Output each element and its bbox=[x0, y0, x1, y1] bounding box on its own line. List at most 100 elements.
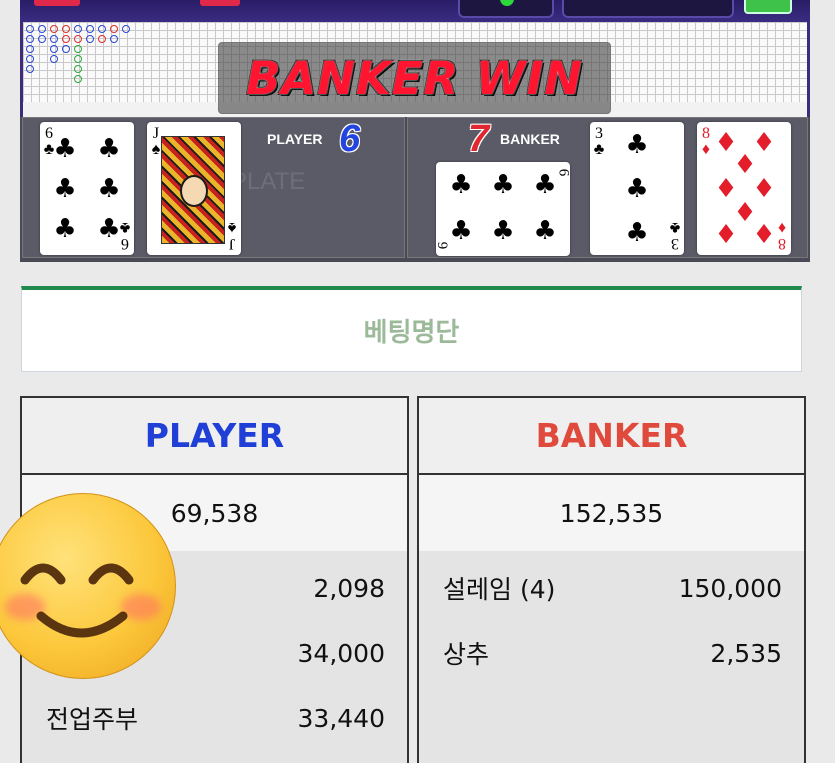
card-corner-top: 8 ♦ bbox=[699, 126, 713, 158]
top-green-button[interactable] bbox=[744, 0, 792, 14]
smiling-face-emoji-icon bbox=[0, 493, 176, 679]
road-bead-mark bbox=[62, 35, 70, 43]
banker-bet-row: 상추 2,535 bbox=[419, 633, 804, 673]
road-bead-mark bbox=[74, 75, 82, 83]
card-corner-bottom: 6 ♣ bbox=[118, 219, 132, 252]
club-pip-icon: ♣ bbox=[449, 216, 473, 246]
jack-face-artwork-icon bbox=[161, 136, 225, 244]
road-bead-mark bbox=[38, 25, 46, 33]
card-suit: ♦ bbox=[777, 219, 787, 236]
player-label: PLAYER bbox=[267, 131, 323, 147]
banker-card-2: 3 ♣ ♣ ♣ ♣ 3 ♣ bbox=[590, 122, 684, 255]
bet-amount: 34,000 bbox=[297, 638, 385, 668]
road-bead-mark bbox=[74, 25, 82, 33]
road-bead-mark bbox=[62, 45, 70, 53]
player-score: 6 bbox=[339, 118, 361, 160]
banker-score: 7 bbox=[468, 118, 490, 160]
banker-total: 152,535 bbox=[419, 475, 804, 551]
diamond-pip-icon: ♦ bbox=[752, 220, 776, 250]
road-bead-mark bbox=[86, 25, 94, 33]
card-corner-top: 6 bbox=[554, 168, 570, 177]
club-pip-icon: ♣ bbox=[53, 174, 77, 204]
road-bead-mark bbox=[50, 55, 58, 63]
road-bead-mark bbox=[26, 35, 34, 43]
club-pip-icon: ♣ bbox=[491, 216, 515, 246]
result-banner: BANKER WIN bbox=[218, 42, 611, 114]
road-bead-mark bbox=[26, 25, 34, 33]
road-bead-mark bbox=[110, 25, 118, 33]
betlist-title-box: 베팅명단 bbox=[21, 286, 802, 372]
table-watermark: PLATE bbox=[231, 168, 306, 195]
card-rank: 8 bbox=[702, 125, 710, 142]
bet-amount: 2,535 bbox=[710, 638, 782, 668]
bet-amount: 2,098 bbox=[313, 573, 385, 603]
club-pip-icon: ♣ bbox=[53, 214, 77, 244]
bettor-name: 설레임 (4) bbox=[443, 575, 556, 604]
road-bead-mark bbox=[74, 45, 82, 53]
card-rank: 6 bbox=[121, 235, 129, 252]
card-suit: ♣ bbox=[119, 219, 131, 236]
club-pip-icon: ♣ bbox=[449, 170, 473, 200]
banker-bet-row: 설레임 (4) 150,000 bbox=[419, 568, 804, 608]
card-corner-bottom: J ♠ bbox=[225, 219, 239, 252]
bet-amount: 33,440 bbox=[297, 703, 385, 733]
game-top-bar bbox=[20, 0, 810, 22]
road-bead-mark bbox=[122, 25, 130, 33]
top-counter-box bbox=[458, 0, 554, 18]
club-pip-icon: ♣ bbox=[491, 170, 515, 200]
club-pip-icon: ♣ bbox=[625, 174, 649, 204]
road-bead-mark bbox=[74, 35, 82, 43]
road-bead-mark bbox=[26, 55, 34, 63]
card-suit: ♠ bbox=[227, 219, 237, 236]
baccarat-game-screen: PLATE PLAYER 6 6 ♣ ♣ ♣ ♣ ♣ ♣ ♣ 6 ♣ J ♠ J… bbox=[20, 0, 810, 262]
club-pip-icon: ♣ bbox=[53, 134, 77, 164]
banker-card-1-rotated: ♣ ♣ ♣ ♣ ♣ ♣ 6 6 bbox=[436, 162, 570, 256]
card-suit: ♣ bbox=[593, 141, 605, 158]
top-info-box bbox=[562, 0, 734, 18]
card-suit: ♦ bbox=[701, 141, 711, 158]
top-indicator-left bbox=[34, 0, 80, 6]
road-bead-mark bbox=[110, 35, 118, 43]
road-bead-mark bbox=[62, 25, 70, 33]
banker-column-header: BANKER bbox=[419, 398, 804, 475]
player-card-2: J ♠ J ♠ bbox=[147, 122, 241, 255]
road-bead-mark bbox=[98, 25, 106, 33]
top-indicator-right bbox=[200, 0, 240, 6]
counter-dot-icon bbox=[500, 0, 514, 6]
card-corner-top: 3 ♣ bbox=[592, 126, 606, 158]
jack-portrait-icon bbox=[180, 175, 208, 207]
bet-amount: 150,000 bbox=[678, 573, 782, 603]
banker-label: BANKER bbox=[500, 131, 560, 147]
club-pip-icon: ♣ bbox=[625, 130, 649, 160]
road-bead-mark bbox=[50, 25, 58, 33]
card-table: PLATE PLAYER 6 6 ♣ ♣ ♣ ♣ ♣ ♣ ♣ 6 ♣ J ♠ J… bbox=[20, 117, 810, 262]
road-bead-mark bbox=[98, 35, 106, 43]
banker-panel: 7 BANKER ♣ ♣ ♣ ♣ ♣ ♣ 6 6 3 ♣ ♣ ♣ ♣ 3 ♣ 8… bbox=[407, 117, 808, 258]
card-suit: ♣ bbox=[669, 219, 681, 236]
road-bead-mark bbox=[74, 65, 82, 73]
road-bead-mark bbox=[26, 45, 34, 53]
card-rank: 3 bbox=[595, 125, 603, 142]
player-bet-row: 전업주부 33,440 bbox=[22, 698, 407, 738]
club-pip-icon: ♣ bbox=[625, 218, 649, 248]
road-bead-mark bbox=[50, 45, 58, 53]
road-bead-mark bbox=[86, 35, 94, 43]
emoji-face-features-icon bbox=[20, 563, 134, 638]
road-bead-mark bbox=[50, 35, 58, 43]
bettor-name: 전업주부 bbox=[46, 705, 139, 734]
bettor-name: 상추 bbox=[443, 640, 490, 669]
club-pip-icon: ♣ bbox=[97, 174, 121, 204]
card-rank: J bbox=[228, 235, 236, 252]
card-corner-bottom: 6 bbox=[436, 241, 452, 250]
banker-bet-column: BANKER 152,535 설레임 (4) 150,000 상추 2,535 bbox=[417, 396, 806, 763]
club-pip-icon: ♣ bbox=[533, 216, 557, 246]
road-bead-mark bbox=[26, 65, 34, 73]
player-panel: PLATE PLAYER 6 6 ♣ ♣ ♣ ♣ ♣ ♣ ♣ 6 ♣ J ♠ J… bbox=[22, 117, 405, 258]
player-card-1: 6 ♣ ♣ ♣ ♣ ♣ ♣ ♣ 6 ♣ bbox=[40, 122, 134, 255]
card-rank: 3 bbox=[671, 235, 679, 252]
road-bead-mark bbox=[74, 55, 82, 63]
result-banner-text: BANKER WIN bbox=[246, 51, 583, 105]
card-corner-bottom: 3 ♣ bbox=[668, 219, 682, 252]
road-bead-mark bbox=[38, 35, 46, 43]
betlist-title: 베팅명단 bbox=[363, 318, 460, 348]
